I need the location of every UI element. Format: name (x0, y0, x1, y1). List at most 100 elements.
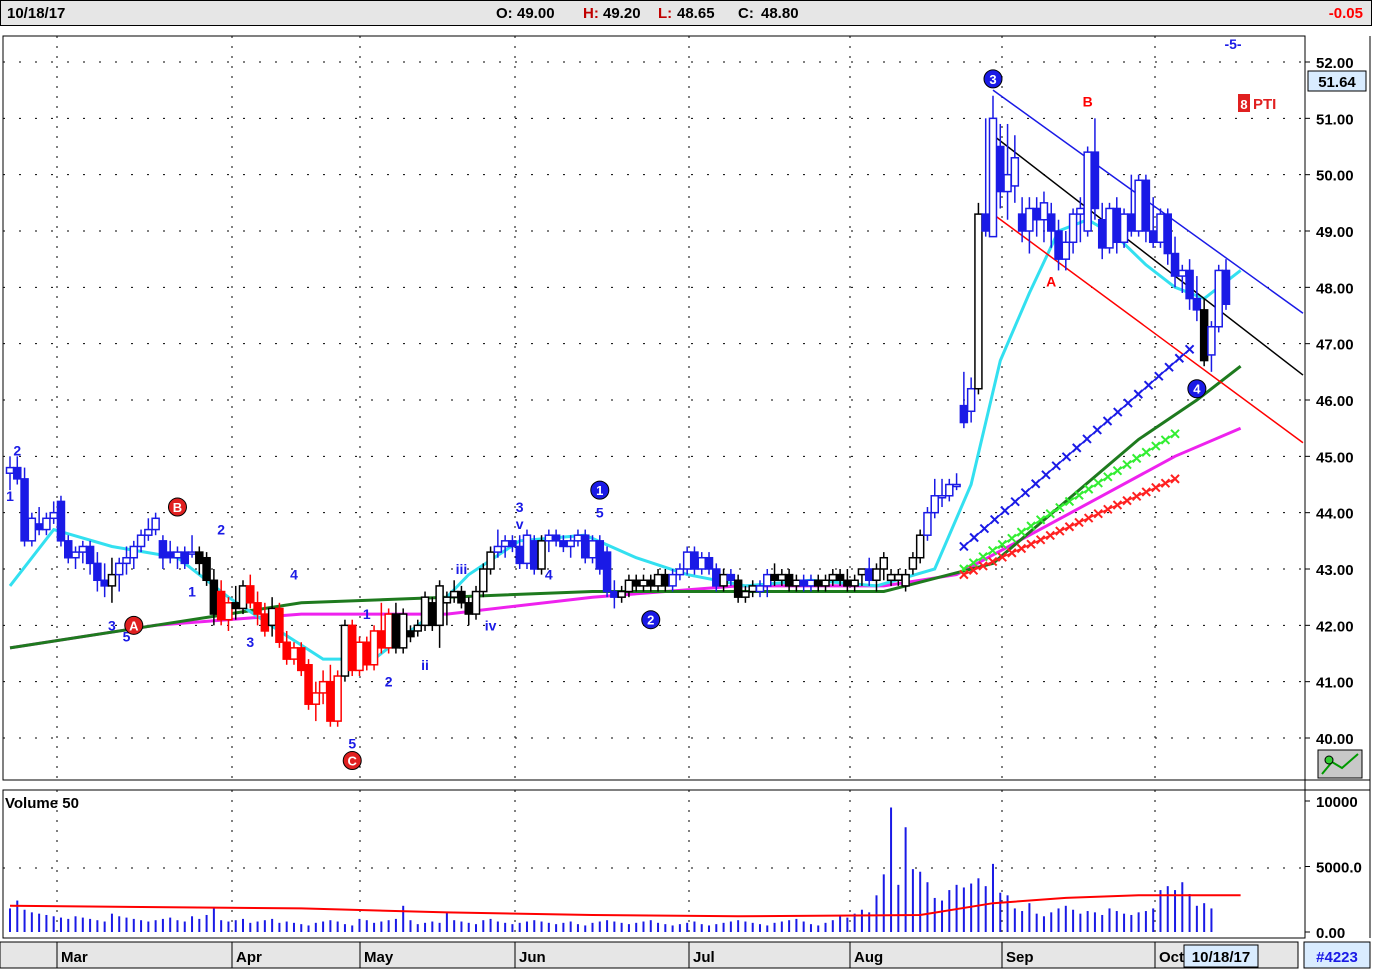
volume-tick-label: 10000 (1316, 794, 1358, 811)
wave-label: 3 (516, 499, 524, 515)
wave-label: ii (421, 657, 429, 673)
candle-body (114, 562, 124, 576)
candle-body (428, 602, 437, 627)
wave-label: 2 (13, 443, 21, 459)
candle-body (260, 613, 270, 632)
candle-body (682, 551, 692, 570)
candle-body (813, 579, 823, 587)
month-label: Mar (61, 949, 88, 966)
candle-body (5, 466, 15, 474)
price-tick-label: 41.00 (1316, 675, 1354, 692)
candle-body (1207, 326, 1216, 356)
candle-body (253, 602, 262, 615)
candle-body (13, 466, 22, 480)
candle-body (763, 573, 772, 587)
stock-chart[interactable]: 2135AB21345C12iiiiiiv3v45123AB4-5- 52.00… (0, 0, 1400, 970)
date-badge-label: 10/18/17 (1192, 949, 1250, 966)
wave-label: C (348, 754, 358, 769)
candle-body (100, 579, 109, 587)
candle-body (923, 511, 932, 536)
candle-body (1076, 207, 1085, 215)
candle-body (42, 517, 51, 531)
candle-body (369, 630, 379, 666)
symbol-label: PTI (1253, 96, 1276, 113)
candle-body (573, 534, 583, 542)
candle-body (653, 573, 663, 587)
candle-body (544, 534, 554, 542)
price-tick-label: 49.00 (1316, 224, 1354, 241)
candle-body (333, 675, 342, 722)
candle-body (530, 540, 539, 570)
candle-body (937, 495, 947, 499)
candle-body (1214, 269, 1223, 328)
wave-label: 1 (363, 606, 371, 622)
candle-body (180, 551, 190, 565)
wave-label: 2 (647, 613, 654, 628)
wave-label: 2 (217, 522, 225, 538)
candle-body (1134, 179, 1143, 232)
candle-body (129, 545, 139, 559)
candle-body (406, 630, 415, 638)
candle-body (493, 545, 503, 553)
candle-body (981, 213, 990, 232)
candle-body (282, 641, 291, 660)
candle-body (1032, 207, 1041, 221)
candle-body (27, 517, 37, 542)
volume-tick-label: 5000.0 (1316, 860, 1362, 877)
candle-body (915, 534, 925, 559)
candle-body (690, 551, 699, 570)
candle-body (784, 573, 794, 587)
wave-label: v (516, 516, 524, 532)
candle-body (639, 579, 648, 587)
candle-body (20, 478, 29, 542)
price-tick-label: 46.00 (1316, 393, 1354, 410)
candle-body (1163, 213, 1172, 255)
wave-label: B (1083, 93, 1093, 109)
candle-body (930, 495, 939, 514)
candle-body (1003, 173, 1012, 193)
current-price-label: 51.64 (1318, 74, 1356, 91)
candle-body (661, 573, 670, 587)
price-panel[interactable] (2, 35, 1371, 939)
candle-body (675, 568, 685, 576)
candle-body (471, 590, 481, 615)
candle-body (1025, 207, 1034, 232)
candle-body (326, 680, 335, 722)
candle-body (289, 647, 299, 660)
candle-body (777, 573, 787, 582)
candle-body (391, 613, 401, 649)
candle-body (864, 568, 874, 582)
candle-body (158, 540, 168, 559)
candle-body (1090, 151, 1100, 210)
candle-body (959, 404, 969, 424)
candle-body (1112, 207, 1122, 244)
candle-body (246, 585, 255, 604)
candle-body (799, 579, 808, 587)
candle-body (1010, 157, 1020, 187)
candle-body (617, 590, 626, 598)
candle-body (522, 534, 532, 565)
chart-icon-dot (1324, 755, 1334, 765)
candle-body (136, 534, 146, 548)
id-badge-label: #4223 (1316, 949, 1358, 966)
candle-body (828, 573, 838, 582)
candle-body (1141, 179, 1151, 232)
chart-settings-icon[interactable] (1317, 749, 1363, 779)
candle-body (144, 528, 153, 536)
candle-body (872, 568, 881, 582)
wave-label: 4 (545, 567, 553, 583)
candle-body (165, 551, 175, 559)
price-tick-label: 50.00 (1316, 168, 1354, 185)
candle-body (886, 573, 896, 582)
candle-body (1170, 252, 1180, 277)
candle-body (1156, 213, 1165, 244)
wave-label: 5 (348, 736, 356, 752)
candle-body (362, 641, 372, 666)
candle-body (697, 556, 706, 570)
candle-body (1178, 269, 1187, 277)
candle-body (1221, 269, 1231, 305)
wave-label: 3 (108, 617, 116, 633)
candle-body (602, 551, 612, 593)
candle-body (1192, 297, 1202, 311)
candle-body (1105, 207, 1114, 249)
